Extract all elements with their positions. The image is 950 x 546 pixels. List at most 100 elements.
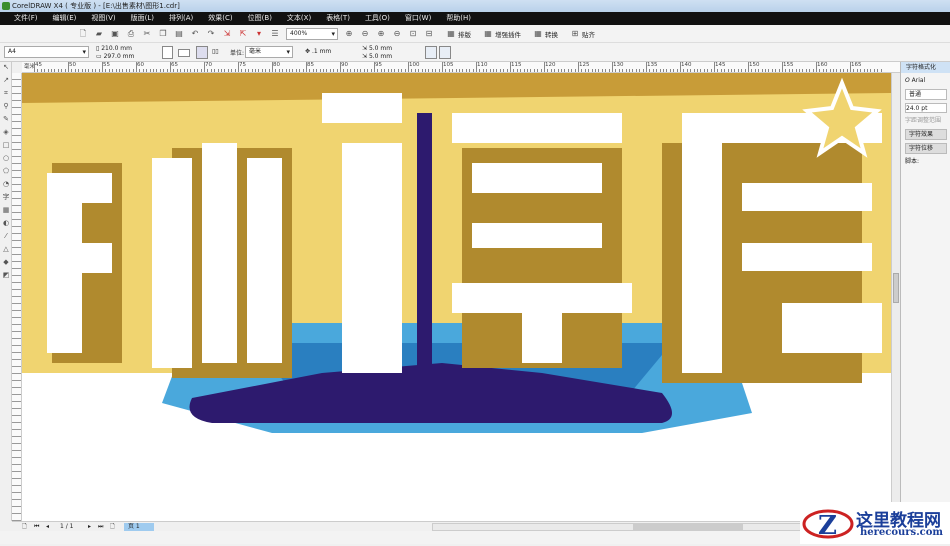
ruler-tick (465, 69, 467, 72)
ruler-label: 120 (545, 62, 556, 68)
all-pages-button[interactable] (196, 46, 208, 59)
save-icon[interactable]: ▣ (110, 29, 120, 39)
unit-select[interactable]: 毫米 (245, 46, 293, 58)
ruler-tick (666, 69, 668, 72)
zoom-tool-icon[interactable]: ⚲ (0, 101, 12, 114)
menu-view[interactable]: 视图(V) (91, 12, 115, 25)
menu-file[interactable]: 文件(F) (14, 12, 38, 25)
shape-tool-icon[interactable]: ↗ (0, 75, 12, 88)
new-icon[interactable]: 🗋 (78, 29, 88, 39)
menu-layout[interactable]: 版面(L) (131, 12, 154, 25)
ruler-tick (302, 69, 304, 72)
ruler-tick (309, 69, 311, 72)
redo-icon[interactable]: ↷ (206, 29, 216, 39)
zoom-in-icon[interactable]: ⊕ (344, 29, 354, 39)
outline-tool-icon[interactable]: △ (0, 244, 12, 257)
basic-shapes-icon[interactable]: ◔ (0, 179, 12, 192)
ellipse-tool-icon[interactable]: ○ (0, 153, 12, 166)
ruler-tick (829, 69, 831, 72)
snap-button[interactable]: ⊞ 贴齐 (570, 29, 595, 39)
print-icon[interactable]: ⎙ (126, 29, 136, 39)
ruler-label: 105 (443, 62, 454, 68)
open-icon[interactable]: ▰ (94, 29, 104, 39)
ruler-tick (690, 69, 692, 72)
font-select[interactable]: O Arial (905, 76, 947, 86)
interactive-fill-icon[interactable]: ◩ (0, 270, 12, 283)
vertical-scrollbar[interactable] (891, 73, 900, 521)
ruler-tick (363, 69, 365, 72)
cut-icon[interactable]: ✂ (142, 29, 152, 39)
edit-text-button[interactable] (439, 46, 451, 59)
eyedropper-icon[interactable]: ⁄ (0, 231, 12, 244)
pick-tool-icon[interactable]: ↖ (0, 62, 12, 75)
paste-icon[interactable]: ▤ (174, 29, 184, 39)
menu-tools[interactable]: 工具(O) (365, 12, 390, 25)
layout-button[interactable]: ▦ 排版 (446, 29, 471, 39)
ruler-tick (241, 69, 243, 72)
ruler-tick (377, 69, 379, 72)
menu-help[interactable]: 帮助(H) (446, 12, 471, 25)
page-size-select[interactable]: A4 (4, 46, 89, 58)
import-icon[interactable]: ⇲ (222, 29, 232, 39)
page-width-field[interactable]: ▯ 210.0 mm (96, 45, 132, 52)
polygon-tool-icon[interactable]: ⬠ (0, 166, 12, 179)
menu-effects[interactable]: 效果(C) (208, 12, 232, 25)
text-tool-icon[interactable]: 字 (0, 192, 12, 205)
vertical-ruler[interactable] (12, 73, 22, 521)
character-offset-section[interactable]: 字符位移 (905, 143, 947, 154)
ruler-tick (680, 62, 681, 72)
export-icon[interactable]: ⇱ (238, 29, 248, 39)
undo-icon[interactable]: ↶ (190, 29, 200, 39)
menu-edit[interactable]: 编辑(E) (53, 12, 77, 25)
interactive-tool-icon[interactable]: ◐ (0, 218, 12, 231)
character-effects-section[interactable]: 字符效果 (905, 129, 947, 140)
current-page-button[interactable]: ▯▯ (212, 48, 219, 55)
zoom-out-icon[interactable]: ⊖ (360, 29, 370, 39)
font-size-field[interactable]: 24.0 pt (905, 103, 947, 113)
landscape-button[interactable] (178, 49, 190, 57)
menu-text[interactable]: 文本(X) (287, 12, 311, 25)
launcher-icon[interactable]: ▾ (254, 29, 264, 39)
enhance-plugin-button[interactable]: ▦ 增强插件 (483, 29, 521, 39)
menu-bitmaps[interactable]: 位图(B) (248, 12, 272, 25)
duplicate-y-field[interactable]: ⇲ 5.0 mm (362, 53, 392, 60)
menu-table[interactable]: 表格(T) (326, 12, 350, 25)
copy-icon[interactable]: ❐ (158, 29, 168, 39)
nudge-field[interactable]: ✥ .1 mm (305, 48, 331, 55)
ruler-tick (482, 69, 484, 72)
zoom-selected-icon[interactable]: ⊕ (376, 29, 386, 39)
crop-tool-icon[interactable]: ⌗ (0, 88, 12, 101)
ruler-tick (125, 69, 127, 72)
convert-button[interactable]: ▦ 转换 (533, 29, 558, 39)
zoom-level-select[interactable]: 400% (286, 27, 338, 40)
menu-window[interactable]: 窗口(W) (405, 12, 431, 25)
page-tab-1[interactable]: 页 1 (124, 523, 154, 531)
options-icon[interactable]: ☰ (270, 29, 280, 39)
rectangle-tool-icon[interactable]: □ (0, 140, 12, 153)
menu-arrange[interactable]: 排列(A) (169, 12, 193, 25)
horizontal-scroll-thumb[interactable] (633, 524, 743, 530)
treat-as-filled-button[interactable] (425, 46, 437, 59)
freehand-tool-icon[interactable]: ✎ (0, 114, 12, 127)
window-title: CorelDRAW X4 ( 专业版 ) - [E:\出售素材\图形1.cdr] (12, 2, 180, 10)
ruler-tick (618, 69, 620, 72)
portrait-button[interactable] (162, 46, 173, 59)
smart-fill-icon[interactable]: ◈ (0, 127, 12, 140)
duplicate-x-field[interactable]: ⇲ 5.0 mm (362, 45, 392, 52)
zoom-width-icon[interactable]: ⊟ (424, 29, 434, 39)
vertical-scroll-thumb[interactable] (893, 273, 899, 303)
table-tool-icon[interactable]: ▦ (0, 205, 12, 218)
ruler-tick (238, 62, 239, 72)
plugin-icon: ▦ (534, 28, 542, 38)
ruler-label: 160 (817, 62, 828, 68)
ruler-tick (88, 69, 90, 72)
zoom-all-icon[interactable]: ⊖ (392, 29, 402, 39)
fill-tool-icon[interactable]: ◆ (0, 257, 12, 270)
page-height-field[interactable]: ▭ 297.0 mm (96, 53, 134, 60)
font-style-select[interactable]: 普通 (905, 89, 947, 100)
zoom-page-icon[interactable]: ⊡ (408, 29, 418, 39)
horizontal-ruler[interactable]: 毫米 45 50 55 60 65 70 75 80 85 90 95 100 105 110 115 120 1… (22, 62, 900, 73)
ruler-tick (78, 69, 80, 72)
ruler-label: 70 (205, 62, 212, 68)
drawing-canvas[interactable] (22, 73, 891, 521)
